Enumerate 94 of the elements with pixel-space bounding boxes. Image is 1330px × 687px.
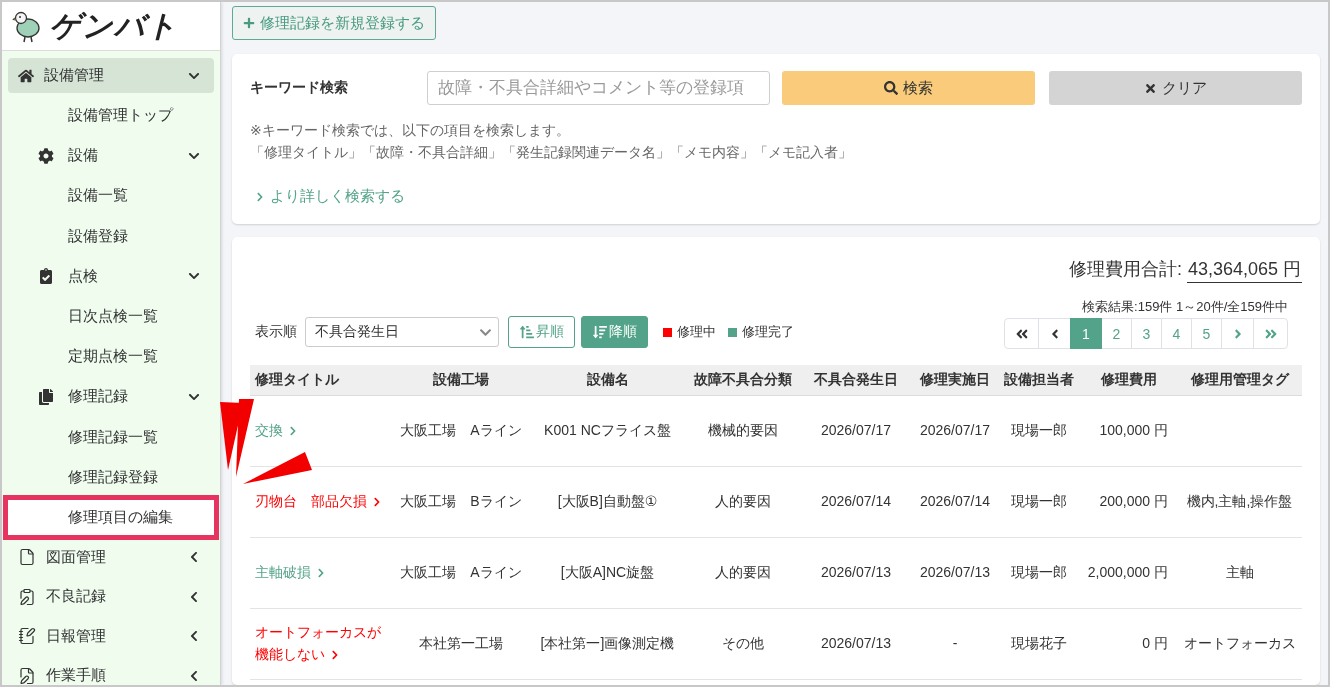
table-cell: [大阪A]NC旋盤: [530, 537, 685, 608]
table-cell: 人的要因: [685, 537, 800, 608]
file-pen-icon: [18, 666, 36, 685]
table-cell: 現場花子: [998, 608, 1080, 679]
sidebar-link[interactable]: 修理記録登録: [8, 459, 214, 496]
sidebar-link[interactable]: 設備管理トップ: [8, 97, 214, 134]
table-cell: 0 円: [1080, 608, 1177, 679]
total-cost-label: 修理費用合計:: [1068, 258, 1182, 281]
notebook-pen-icon: [18, 627, 36, 646]
sidebar-link[interactable]: 修理記録一覧: [8, 419, 214, 456]
table-cell: 機内,主軸,操作盤: [1177, 466, 1302, 537]
column-header: 不具合発生日: [800, 365, 912, 395]
table-cell: オートフォーカス: [1177, 608, 1302, 679]
logo-text: ゲンバト: [50, 6, 178, 45]
close-icon: [1144, 81, 1157, 95]
copy-icon: [38, 388, 54, 405]
column-header: 修理実施日: [912, 365, 998, 395]
clear-button[interactable]: クリア: [1049, 71, 1302, 105]
clipboard-pen-icon: [18, 587, 36, 606]
sort-down-icon: [592, 325, 607, 339]
table-cell: [本社第一]画像測定機: [530, 608, 685, 679]
sidebar-group-item[interactable]: 点検: [8, 258, 214, 295]
table-cell: 大阪工場 Bライン: [392, 466, 530, 537]
last-page-button[interactable]: [1253, 318, 1288, 349]
table-cell: [大阪B]自動盤①: [530, 466, 685, 537]
sidebar-group-item[interactable]: 作業手順: [8, 658, 214, 685]
gear-icon: [38, 147, 54, 164]
repair-title-link[interactable]: オートフォーカスが機能しない: [255, 621, 387, 666]
sidebar-link[interactable]: 設備登録: [8, 218, 214, 255]
repair-title-link[interactable]: 刃物台 部品欠損: [255, 490, 382, 513]
sidebar-group-item[interactable]: 設備: [8, 137, 214, 174]
table-cell: 2026/07/13: [912, 537, 998, 608]
column-header: 修理用管理タグ: [1177, 365, 1302, 395]
table-cell: 200,000 円: [1080, 466, 1177, 537]
table-cell: 人的要因: [685, 466, 800, 537]
search-note: 「修理タイトル」「故障・不具合詳細」「発生記録関連データ名」「メモ内容」「メモ記入者」: [250, 143, 853, 162]
table-cell: 本社第一工場: [392, 608, 530, 679]
first-page-button[interactable]: [1004, 318, 1039, 349]
sort-label: 表示順: [255, 323, 297, 341]
total-cost-value: 43,364,065 円: [1186, 257, 1302, 283]
keyword-search-field[interactable]: 故障・不具合詳細やコメント等の登録項: [427, 71, 770, 105]
table-cell: 大阪工場 Aライン: [392, 395, 530, 466]
document-icon: [18, 548, 36, 567]
table-cell: その他: [685, 608, 800, 679]
table-cell: -: [912, 608, 998, 679]
clipboard-check-icon: [38, 268, 54, 285]
legend-label: 修理完了: [742, 323, 794, 341]
search-icon: [884, 81, 898, 95]
sidebar-group-item[interactable]: 修理記録: [8, 378, 214, 415]
table-cell: 機械的要因: [685, 395, 800, 466]
table-cell: K001 NCフライス盤: [530, 395, 685, 466]
column-header: 設備名: [530, 365, 685, 395]
table-cell: 2026/07/17: [800, 395, 912, 466]
next-page-button[interactable]: [1221, 318, 1254, 349]
result-count: 検索結果:159件 1～20件/全159件中: [1082, 299, 1288, 315]
table-cell: 2026/07/14: [800, 466, 912, 537]
table-cell: 2026/07/13: [800, 537, 912, 608]
sidebar-link[interactable]: 設備一覧: [8, 177, 214, 214]
sidebar-group-item[interactable]: 日報管理: [8, 618, 214, 654]
table-cell: 2026/07/13: [800, 608, 912, 679]
search-note: ※キーワード検索では、以下の項目を検索します。: [250, 121, 571, 140]
table-cell: 主軸: [1177, 537, 1302, 608]
home-icon: [18, 67, 34, 84]
table-cell: 2026/07/17: [912, 395, 998, 466]
table-cell: 2026/07/14: [912, 466, 998, 537]
sidebar-group-item[interactable]: 設備管理: [8, 58, 214, 94]
search-label: キーワード検索: [250, 79, 349, 97]
table-cell: 2,000,000 円: [1080, 537, 1177, 608]
sort-up-icon: [519, 325, 534, 339]
sidebar-group-item[interactable]: 図面管理: [8, 539, 214, 575]
chevron-right-icon: [288, 425, 298, 436]
sort-select[interactable]: 不具合発生日: [305, 317, 499, 347]
table-cell: 100,000 円: [1080, 395, 1177, 466]
sidebar-group-item[interactable]: 不良記録: [8, 579, 214, 615]
plus-icon: [243, 17, 255, 29]
chevron-right-icon: [316, 567, 326, 578]
legend-label: 修理中: [677, 323, 716, 341]
column-header: 設備工場: [392, 365, 530, 395]
sidebar-link[interactable]: 修理項目の編集: [3, 495, 219, 540]
bird-logo-icon: [12, 9, 42, 43]
column-header: 故障不具合分類: [685, 365, 800, 395]
chevron-right-icon: [255, 191, 265, 202]
sidebar-link[interactable]: 日次点検一覧: [8, 298, 214, 335]
search-button[interactable]: 検索: [782, 71, 1035, 105]
chevron-right-icon: [330, 649, 340, 660]
table-cell: 現場一郎: [998, 537, 1080, 608]
column-header: 設備担当者: [998, 365, 1080, 395]
chevron-right-icon: [372, 496, 382, 507]
column-header: 修理タイトル: [250, 365, 392, 395]
table-cell: 現場一郎: [998, 466, 1080, 537]
sidebar-link[interactable]: 定期点検一覧: [8, 338, 214, 375]
table-cell: 現場一郎: [998, 395, 1080, 466]
table-cell: 大阪工場 Aライン: [392, 537, 530, 608]
column-header: 修理費用: [1080, 365, 1177, 395]
